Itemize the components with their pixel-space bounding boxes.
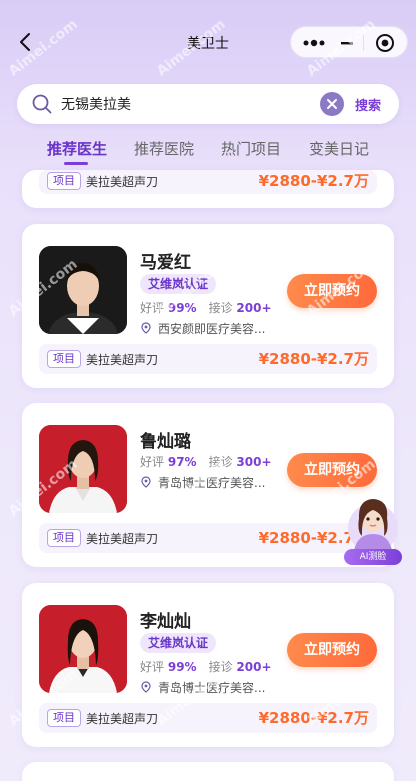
project-name: 美拉美超声刀: [86, 532, 159, 546]
doctor-card[interactable]: 马爱红 艾维岚认证 好评 99% 接诊 200+ 西安颜即医疗美容... 立即预约…: [22, 224, 394, 388]
search-bar: 搜索: [17, 84, 399, 124]
minus-icon[interactable]: [339, 35, 355, 51]
ai-assistant-avatar: [348, 499, 398, 553]
ai-float-label: AI测脸: [344, 549, 402, 565]
project-row[interactable]: 项目 美拉美超声刀 ¥2880-¥2.7万: [39, 523, 377, 553]
project-name: 美拉美超声刀: [86, 175, 159, 189]
project-row[interactable]: 项目 美拉美超声刀 ¥2880-¥2.7万: [39, 703, 377, 733]
project-price: ¥2880-¥2.7万: [258, 709, 369, 727]
doctor-name: 鲁灿璐: [140, 432, 191, 452]
certification-badge: 艾维岚认证: [140, 274, 217, 294]
doctor-card-partial[interactable]: 项目 美拉美超声刀 ¥2880-¥2.7万: [22, 170, 394, 208]
location-pin-icon: [141, 476, 151, 488]
project-price: ¥2880-¥2.7万: [258, 350, 369, 368]
doctor-card[interactable]: 李灿灿 艾维岚认证 好评 99% 接诊 200+ 青岛博士医疗美容... 立即预约…: [22, 583, 394, 747]
active-tab-indicator: [64, 162, 88, 165]
book-now-button[interactable]: 立即预约: [287, 274, 377, 308]
clear-icon[interactable]: [320, 92, 344, 116]
doctor-stats: 好评 99% 接诊 200+: [140, 660, 272, 674]
tab-recommended-doctors[interactable]: 推荐医生: [47, 138, 107, 159]
book-now-button[interactable]: 立即预约: [287, 453, 377, 487]
project-name: 美拉美超声刀: [86, 353, 159, 367]
doctor-name: 李灿灿: [140, 612, 191, 632]
doctor-stats: 好评 99% 接诊 200+: [140, 301, 272, 315]
search-input[interactable]: [61, 92, 311, 116]
doctor-avatar: [39, 605, 127, 693]
project-price: ¥2880-¥2.7万: [258, 172, 369, 190]
doctor-card[interactable]: 鲁灿璐 好评 97% 接诊 300+ 青岛博士医疗美容... 立即预约 项目 美拉…: [22, 403, 394, 567]
category-tabs: 推荐医生 推荐医院 热门项目 变美日记: [0, 134, 416, 168]
certification-badge: 艾维岚认证: [140, 633, 217, 653]
tab-hot-projects[interactable]: 热门项目: [221, 138, 281, 159]
doctor-avatar: [39, 425, 127, 513]
project-tag: 项目: [47, 529, 81, 547]
location-pin-icon: [141, 322, 151, 334]
doctor-avatar: [39, 246, 127, 334]
search-icon: [32, 94, 52, 114]
ai-face-test-button[interactable]: AI测脸: [340, 488, 406, 568]
project-tag: 项目: [47, 709, 81, 727]
more-icon[interactable]: [301, 35, 327, 51]
project-name: 美拉美超声刀: [86, 712, 159, 726]
doctor-card-partial[interactable]: [22, 762, 394, 781]
search-button[interactable]: 搜索: [355, 95, 381, 114]
doctor-location: 青岛博士医疗美容...: [140, 474, 265, 491]
mini-program-capsule: [290, 26, 408, 58]
nav-bar: 美卫士: [0, 0, 416, 82]
capsule-divider: [363, 35, 364, 51]
target-icon[interactable]: [375, 33, 395, 53]
book-now-button[interactable]: 立即预约: [287, 633, 377, 667]
doctor-location: 青岛博士医疗美容...: [140, 679, 265, 696]
doctor-location: 西安颜即医疗美容...: [140, 320, 265, 337]
project-tag: 项目: [47, 350, 81, 368]
project-tag: 项目: [47, 172, 81, 190]
project-row[interactable]: 项目 美拉美超声刀 ¥2880-¥2.7万: [39, 170, 377, 194]
doctor-stats: 好评 97% 接诊 300+: [140, 455, 272, 469]
tab-beauty-diary[interactable]: 变美日记: [309, 138, 369, 159]
project-row[interactable]: 项目 美拉美超声刀 ¥2880-¥2.7万: [39, 344, 377, 374]
location-pin-icon: [141, 681, 151, 693]
tab-recommended-hospitals[interactable]: 推荐医院: [134, 138, 194, 159]
doctor-name: 马爱红: [140, 253, 191, 273]
